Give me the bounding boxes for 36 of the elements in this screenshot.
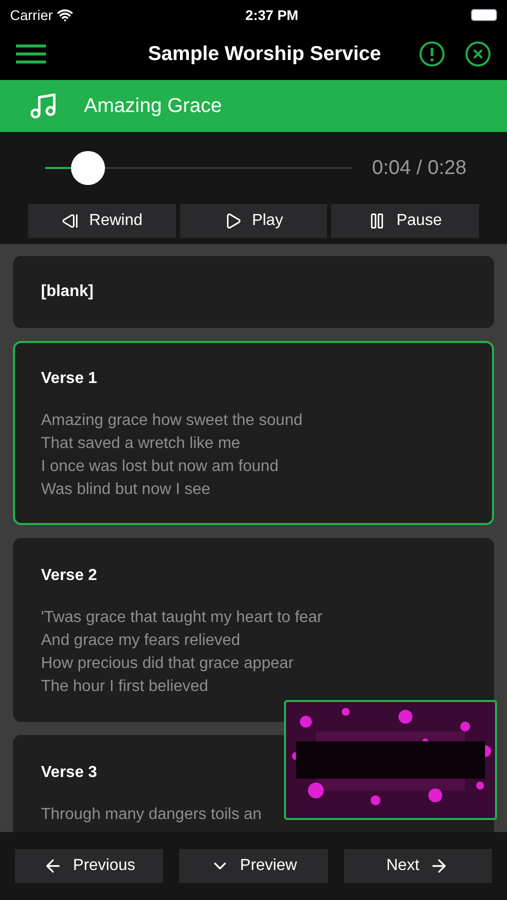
battery-icon: [470, 9, 497, 21]
slide-title: [blank]: [41, 282, 94, 302]
lyric-line: How precious did that grace appear: [41, 654, 295, 674]
lyric-line: 'Twas grace that taught my heart to fear: [41, 608, 324, 628]
wifi-icon: [56, 7, 73, 23]
player-button[interactable]: Play: [180, 204, 328, 238]
slide-card[interactable]: Verse 2 'Twas grace that taught my heart to fear And grace my fears relieved How precious did that grace appear The hour I first believed: [13, 538, 494, 722]
music-note-icon: [28, 91, 58, 121]
time-reading: 0:04 / 0:28: [372, 156, 467, 181]
previous-button[interactable]: Previous: [15, 849, 164, 883]
close-icon[interactable]: [465, 41, 491, 67]
slide-title: Verse 3: [41, 763, 98, 783]
menu-icon[interactable]: [16, 44, 46, 64]
player-button[interactable]: Rewind: [28, 204, 176, 238]
alert-icon[interactable]: [419, 41, 445, 67]
next-button[interactable]: Next: [344, 849, 492, 883]
lyric-line: I once was lost but now am found: [41, 457, 280, 477]
screen-title: Sample Worship Service: [148, 42, 382, 67]
carrier-label: Carrier: [10, 6, 53, 24]
lyric-line: The hour I first believed: [41, 677, 210, 697]
slide-card[interactable]: Verse 1 Amazing grace how sweet the sound That saved a wretch like me I once was lost but now am found Was blind but now I see: [13, 341, 494, 525]
lyric-line: That saved a wretch like me: [41, 434, 242, 454]
seek-slider[interactable]: [45, 151, 352, 185]
song-title: Amazing Grace: [84, 94, 222, 119]
lyric-line: Amazing grace how sweet the sound: [41, 411, 304, 431]
slide-title: Verse 2: [41, 566, 98, 586]
preview-button[interactable]: Preview: [179, 849, 328, 883]
slide-title: Verse 1: [41, 369, 98, 389]
rewind-icon: [61, 212, 80, 230]
status-time: 2:37 PM: [245, 6, 298, 24]
lyric-line: Through many dangers toils an: [41, 805, 263, 825]
lyric-line: Was blind but now I see: [41, 480, 212, 500]
slide-card[interactable]: [blank]: [13, 256, 494, 328]
lyric-line: And grace my fears relieved: [41, 631, 242, 651]
slider-thumb[interactable]: [70, 151, 105, 185]
player-button[interactable]: Pause: [331, 204, 480, 238]
